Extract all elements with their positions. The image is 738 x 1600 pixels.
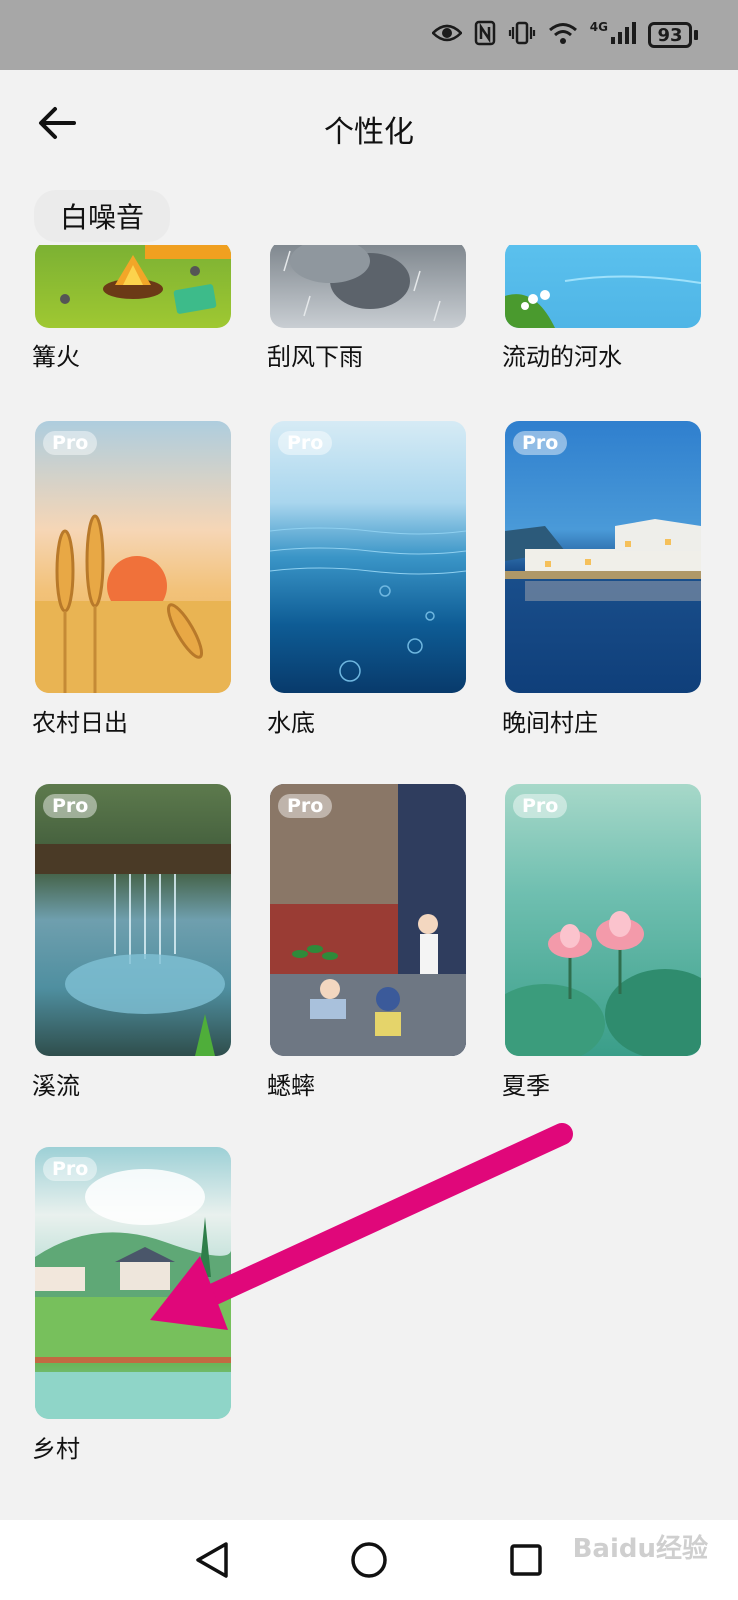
- nfc-icon: [474, 20, 496, 50]
- sound-tile-label: 篝火: [32, 343, 80, 371]
- nav-recents-button[interactable]: [504, 1540, 548, 1584]
- sound-tile-label: 溪流: [32, 1072, 80, 1100]
- pro-badge: Pro: [513, 431, 568, 455]
- watermark: Baidu经验: [572, 1534, 708, 1564]
- thumbnail-night-village: Pro: [505, 421, 701, 693]
- pro-badge: Pro: [278, 794, 333, 818]
- triangle-back-icon: [194, 1541, 230, 1583]
- header: 个性化: [0, 70, 738, 180]
- sound-tile-label: 农村日出: [32, 709, 128, 737]
- circle-home-icon: [350, 1541, 388, 1583]
- thumbnail-bonfire: [35, 245, 231, 328]
- square-recents-icon: [508, 1542, 544, 1582]
- signal-icon: [610, 21, 636, 49]
- thumbnail-cricket: Pro: [270, 784, 466, 1056]
- pro-badge: Pro: [278, 431, 333, 455]
- section-white-noise: 白噪音: [34, 190, 171, 242]
- nav-home-button[interactable]: [347, 1540, 391, 1584]
- pro-badge: Pro: [43, 431, 98, 455]
- thumbnail-windy-rain: [270, 245, 466, 328]
- thumbnail-flowing-river: [505, 245, 701, 328]
- status-bar: 4G 93: [0, 0, 738, 70]
- thumbnail-underwater: Pro: [270, 421, 466, 693]
- thumbnail-summer: Pro: [505, 784, 701, 1056]
- sound-tile-label: 蟋蟀: [267, 1072, 315, 1100]
- status-icons: 4G 93: [431, 18, 698, 52]
- pro-badge: Pro: [43, 1157, 98, 1181]
- pro-badge: Pro: [513, 794, 568, 818]
- nav-back-button[interactable]: [190, 1540, 234, 1584]
- page-title: 个性化: [324, 115, 414, 150]
- thumbnail-creek: Pro: [35, 784, 231, 1056]
- thumbnail-village-sunrise: Pro: [35, 421, 231, 693]
- eye-comfort-icon: [431, 23, 463, 47]
- network-type: 4G: [589, 20, 608, 34]
- sound-tile-label: 夏季: [502, 1072, 550, 1100]
- wifi-icon: [548, 21, 578, 49]
- vibrate-icon: [508, 20, 536, 50]
- sound-tile-label: 晚间村庄: [502, 709, 598, 737]
- sound-tile-label: 乡村: [32, 1435, 80, 1463]
- sound-tile-label: 水底: [267, 709, 315, 737]
- pro-badge: Pro: [43, 794, 98, 818]
- thumbnail-countryside: Pro: [35, 1147, 231, 1419]
- battery-icon: 93: [648, 22, 698, 48]
- sound-grid[interactable]: 篝火 刮风下雨 流动的河水 Pro 农村日出 Pro 水底 Pro 晚间村庄 P…: [0, 245, 738, 1520]
- sound-tile-label: 流动的河水: [502, 343, 622, 371]
- battery-level: 93: [648, 22, 692, 48]
- sound-tile-label: 刮风下雨: [267, 343, 363, 371]
